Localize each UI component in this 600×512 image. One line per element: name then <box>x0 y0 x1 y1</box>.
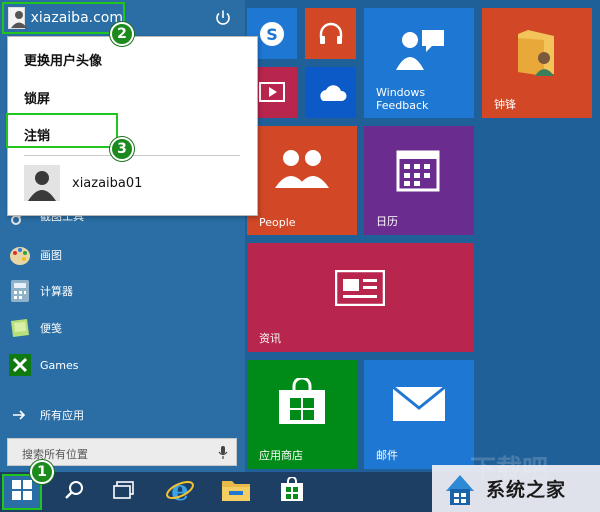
svg-text:e: e <box>171 475 189 505</box>
skype-icon: S <box>258 20 286 51</box>
tile-label: 资讯 <box>259 332 281 345</box>
mail-icon <box>392 385 446 425</box>
svg-text:S: S <box>266 25 278 44</box>
tile-store[interactable]: 应用商店 <box>247 360 357 469</box>
task-view-button[interactable] <box>100 472 148 512</box>
arrow-right-icon <box>8 403 32 427</box>
people-icon <box>271 148 333 191</box>
callout-1: 1 <box>30 460 54 484</box>
search-icon <box>64 480 84 504</box>
video-icon <box>259 82 285 105</box>
feedback-icon <box>394 28 446 75</box>
taskbar-ie-button[interactable]: e <box>156 472 204 512</box>
other-user-name: xiazaiba01 <box>72 175 143 191</box>
tile-label: 邮件 <box>376 449 398 462</box>
tile-windows-feedback[interactable]: Windows Feedback <box>364 8 474 118</box>
lock-menu-item[interactable]: 锁屏 <box>24 88 50 107</box>
power-icon[interactable] <box>214 9 232 27</box>
sign-out-menu-item[interactable]: 注销 <box>24 125 50 144</box>
headphones-icon <box>317 20 345 51</box>
watermark-text: 系统之家 <box>486 479 567 501</box>
tile-label: 日历 <box>376 215 398 228</box>
callout-2: 2 <box>110 22 134 46</box>
task-view-icon <box>113 481 135 503</box>
switch-user-item[interactable]: xiazaiba01 <box>24 165 142 201</box>
list-item-paint[interactable]: 画图 <box>8 243 62 267</box>
list-item-label: 画图 <box>40 249 62 262</box>
all-apps-link[interactable]: 所有应用 <box>8 403 84 427</box>
change-avatar-menu-item[interactable]: 更换用户头像 <box>24 50 102 69</box>
tile-label: 钟锋 <box>494 98 516 111</box>
callout-3: 3 <box>110 137 134 161</box>
list-item-label: Games <box>40 358 79 372</box>
all-apps-label: 所有应用 <box>40 409 84 422</box>
list-item-games[interactable]: Games <box>8 353 78 377</box>
windows-logo-icon <box>12 480 32 504</box>
tile-people[interactable]: People <box>247 126 357 235</box>
user-account-button[interactable]: xiazaiba.com <box>2 2 125 34</box>
user-folder-icon <box>514 28 558 81</box>
store-icon <box>277 376 327 429</box>
other-user-avatar-icon <box>24 165 60 201</box>
user-name: xiazaiba.com <box>30 10 123 26</box>
tile-calendar[interactable]: 日历 <box>364 126 474 235</box>
tile-mail[interactable]: 邮件 <box>364 360 474 469</box>
cloud-icon <box>315 84 347 105</box>
tile-label: People <box>259 216 296 229</box>
taskbar-search-button[interactable] <box>50 472 98 512</box>
taskbar-store-button[interactable] <box>268 472 316 512</box>
calendar-icon <box>396 148 440 195</box>
tile-label: Windows Feedback <box>376 86 429 112</box>
tile-news[interactable]: 资讯 <box>247 243 474 352</box>
list-item-sticky-notes[interactable]: 便笺 <box>8 316 62 340</box>
tile-zhongfeng[interactable]: 钟锋 <box>482 8 592 118</box>
taskbar-explorer-button[interactable] <box>212 472 260 512</box>
list-item-label: 计算器 <box>40 285 73 298</box>
microphone-icon[interactable] <box>218 445 228 465</box>
search-placeholder: 搜索所有位置 <box>22 448 88 461</box>
watermark-logo-icon <box>440 469 480 509</box>
news-icon <box>334 269 386 309</box>
folder-icon <box>221 477 251 507</box>
paint-icon <box>8 243 32 267</box>
watermark-badge: 系统之家 <box>432 465 600 512</box>
tile-label: 应用商店 <box>259 449 303 462</box>
tile-music[interactable] <box>305 8 356 59</box>
tile-onedrive[interactable] <box>305 67 356 118</box>
games-icon <box>8 353 32 377</box>
store-bag-icon <box>279 476 305 507</box>
sign-out-highlight <box>6 113 118 148</box>
internet-explorer-icon: e <box>165 474 195 509</box>
calculator-icon <box>8 279 32 303</box>
user-account-menu: 更换用户头像 锁屏 注销 xiazaiba01 <box>6 36 258 216</box>
sticky-notes-icon <box>8 316 32 340</box>
list-item-calculator[interactable]: 计算器 <box>8 279 73 303</box>
list-item-label: 便笺 <box>40 322 62 335</box>
user-avatar-icon <box>8 7 27 29</box>
